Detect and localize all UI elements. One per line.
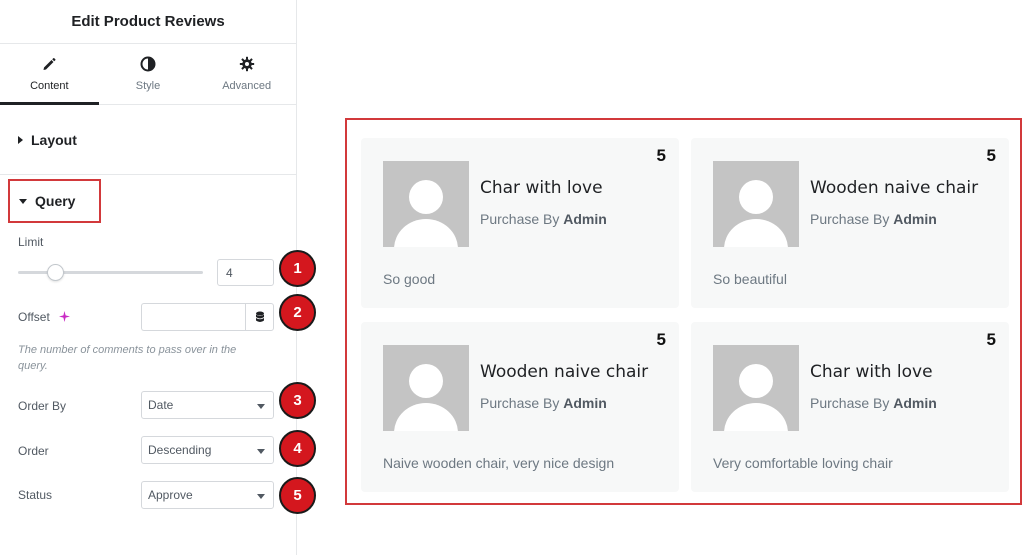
- avatar: [383, 161, 469, 247]
- tab-content-label: Content: [30, 80, 69, 92]
- half-circle-icon: [140, 56, 156, 72]
- limit-slider[interactable]: [18, 264, 203, 281]
- avatar: [713, 345, 799, 431]
- status-select[interactable]: Approve: [141, 481, 274, 509]
- avatar: [713, 161, 799, 247]
- annotation-badge-5: 5: [279, 477, 316, 514]
- sparkle-icon[interactable]: [59, 311, 70, 322]
- review-author: Admin: [893, 211, 937, 227]
- review-text: So beautiful: [713, 271, 787, 287]
- review-card: 5 Char with love Purchase By Admin So go…: [361, 138, 679, 308]
- review-card: 5 Char with love Purchase By Admin Very …: [691, 322, 1009, 492]
- review-card: 5 Wooden naive chair Purchase By Admin S…: [691, 138, 1009, 308]
- review-rating: 5: [986, 146, 996, 165]
- caret-right-icon: [18, 135, 23, 144]
- user-placeholder-icon: [724, 364, 788, 431]
- order-select[interactable]: Descending: [141, 436, 274, 464]
- offset-label: Offset: [18, 310, 50, 324]
- review-title: Char with love: [810, 362, 933, 382]
- order-by-select[interactable]: Date: [141, 391, 274, 419]
- review-text: So good: [383, 271, 436, 287]
- user-placeholder-icon: [394, 364, 458, 431]
- annotation-badge-3: 3: [279, 382, 316, 419]
- caret-down-icon: [19, 198, 27, 204]
- review-title: Char with love: [480, 178, 603, 198]
- review-author: Admin: [893, 395, 937, 411]
- avatar: [383, 345, 469, 431]
- reviews-preview: 5 Char with love Purchase By Admin So go…: [345, 118, 1022, 505]
- query-section-toggle[interactable]: Query: [8, 179, 101, 223]
- order-by-value: Date: [148, 398, 174, 412]
- pencil-icon: [43, 57, 56, 70]
- user-placeholder-icon: [394, 180, 458, 247]
- chevron-down-icon: [257, 404, 265, 409]
- order-value: Descending: [148, 443, 212, 457]
- database-icon: [255, 311, 264, 322]
- status-label: Status: [18, 488, 53, 502]
- purchase-by-label: Purchase By: [480, 395, 560, 411]
- order-label: Order: [18, 444, 49, 458]
- tab-style-label: Style: [135, 80, 161, 92]
- purchase-by-label: Purchase By: [480, 211, 560, 227]
- review-title: Wooden naive chair: [810, 178, 979, 198]
- review-author-line: Purchase By Admin: [810, 211, 937, 227]
- layout-section-toggle[interactable]: Layout: [0, 105, 296, 175]
- dynamic-tags-button[interactable]: [245, 303, 274, 331]
- panel-header: Edit Product Reviews: [0, 0, 296, 44]
- review-author: Admin: [563, 211, 607, 227]
- review-rating: 5: [656, 146, 666, 165]
- gear-icon: [239, 56, 254, 72]
- order-by-label: Order By: [18, 399, 67, 413]
- review-rating: 5: [986, 330, 996, 349]
- review-title: Wooden naive chair: [480, 362, 649, 382]
- tab-content[interactable]: Content: [0, 44, 99, 105]
- limit-input[interactable]: [217, 259, 274, 286]
- review-card: 5 Wooden naive chair Purchase By Admin N…: [361, 322, 679, 492]
- layout-section-title: Layout: [31, 131, 77, 148]
- review-author-line: Purchase By Admin: [810, 395, 937, 411]
- review-author: Admin: [563, 395, 607, 411]
- query-section-title: Query: [35, 193, 76, 209]
- review-author-line: Purchase By Admin: [480, 395, 607, 411]
- status-value: Approve: [148, 488, 193, 502]
- review-text: Naive wooden chair, very nice design: [383, 455, 615, 471]
- panel-tabs: Content Style Advanced: [0, 44, 296, 105]
- user-placeholder-icon: [724, 180, 788, 247]
- purchase-by-label: Purchase By: [810, 211, 890, 227]
- annotation-badge-4: 4: [279, 430, 316, 467]
- annotation-badge-1: 1: [279, 250, 316, 287]
- review-author-line: Purchase By Admin: [480, 211, 607, 227]
- annotation-badge-2: 2: [279, 294, 316, 331]
- tab-advanced-label: Advanced: [222, 80, 272, 92]
- tab-advanced[interactable]: Advanced: [197, 44, 296, 104]
- purchase-by-label: Purchase By: [810, 395, 890, 411]
- limit-slider-handle[interactable]: [46, 264, 64, 281]
- review-text: Very comfortable loving chair: [713, 455, 893, 471]
- tab-style[interactable]: Style: [99, 44, 198, 104]
- chevron-down-icon: [257, 449, 265, 454]
- offset-help-text: The number of comments to pass over in t…: [18, 344, 237, 372]
- limit-label: Limit: [18, 235, 44, 249]
- chevron-down-icon: [257, 494, 265, 499]
- offset-input[interactable]: [141, 303, 245, 331]
- review-rating: 5: [656, 330, 666, 349]
- panel-title: Edit Product Reviews: [71, 13, 225, 30]
